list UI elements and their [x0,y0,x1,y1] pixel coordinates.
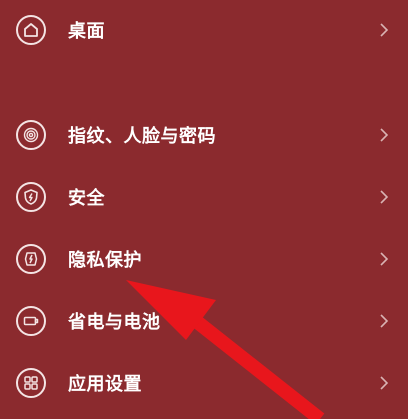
settings-item-label: 指纹、人脸与密码 [68,126,216,147]
settings-item-label: 安全 [68,188,105,209]
settings-item-battery[interactable]: 省电与电池 [0,293,408,349]
settings-item-label: 省电与电池 [68,312,161,333]
settings-item-app-settings[interactable]: 应用设置 [0,355,408,411]
apps-grid-icon [16,368,46,398]
chevron-right-icon [378,22,390,38]
shield-icon [16,182,46,212]
settings-item-label: 桌面 [68,21,105,42]
settings-screen: 桌面 指纹、人脸与密码 安全 隐私保护 省电与电池 应用设置 [0,0,408,419]
settings-item-label: 隐私保护 [68,250,142,271]
settings-item-security[interactable]: 安全 [0,169,408,225]
settings-item-fingerprint-face-password[interactable]: 指纹、人脸与密码 [0,107,408,163]
chevron-right-icon [378,313,390,329]
home-icon [16,15,46,45]
chevron-right-icon [378,127,390,143]
chevron-right-icon [378,251,390,267]
settings-item-privacy[interactable]: 隐私保护 [0,231,408,287]
chevron-right-icon [378,375,390,391]
battery-icon [16,306,46,336]
settings-item-desktop[interactable]: 桌面 [0,2,408,58]
privacy-icon [16,244,46,274]
chevron-right-icon [378,189,390,205]
fingerprint-icon [16,120,46,150]
settings-item-label: 应用设置 [68,374,142,395]
